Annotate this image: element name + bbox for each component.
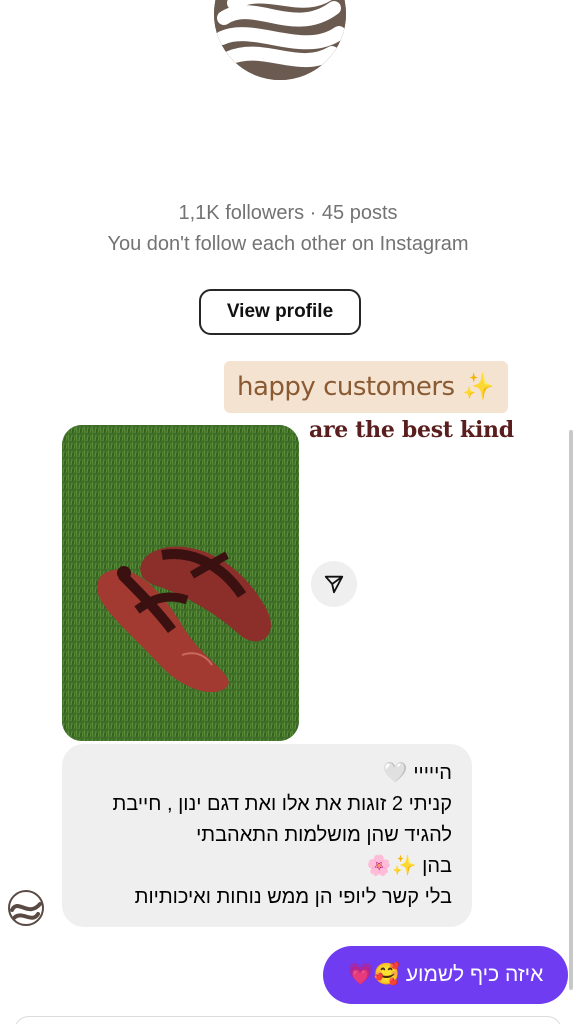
story-sticker-happy-customers: happy customers ✨: [224, 361, 508, 413]
profile-avatar[interactable]: [214, 0, 346, 80]
avatar-scribble: [214, 0, 346, 80]
view-profile-button[interactable]: View profile: [199, 289, 361, 335]
sender-avatar-scribble: [8, 890, 44, 926]
message-line: הייייי 🤍: [382, 762, 452, 784]
paper-plane-icon: [324, 575, 344, 594]
message-line: בלי קשר ליופי הן ממש נוחות ואיכותיות: [134, 886, 452, 908]
share-button[interactable]: [311, 561, 357, 607]
shared-sandals-photo[interactable]: [62, 425, 299, 741]
followers-count: 1,1K followers · 45 posts: [178, 202, 398, 224]
received-message-bubble[interactable]: הייייי 🤍 קניתי 2 זוגות את אלו ואת דגם ינ…: [62, 744, 472, 927]
follow-status-note: You don't follow each other on Instagram: [107, 233, 469, 255]
message-line: בהן ✨🌸: [366, 855, 452, 877]
message-composer[interactable]: [14, 1016, 562, 1024]
message-line: להגיד שהן מושלמות התאהבתי: [196, 824, 452, 846]
sender-avatar[interactable]: [6, 888, 46, 928]
message-line: קניתי 2 זוגות את אלו ואת דגם ינון , חייב…: [112, 793, 452, 815]
dm-thread-screen: 1,1K followers · 45 posts You don't foll…: [0, 0, 576, 1024]
scrollbar[interactable]: [569, 430, 573, 990]
sent-message-bubble[interactable]: איזה כיף לשמוע 🥰💗: [323, 946, 568, 1004]
sandals-image: [62, 425, 299, 741]
story-sticker-best-kind: are the best kind: [309, 417, 514, 443]
